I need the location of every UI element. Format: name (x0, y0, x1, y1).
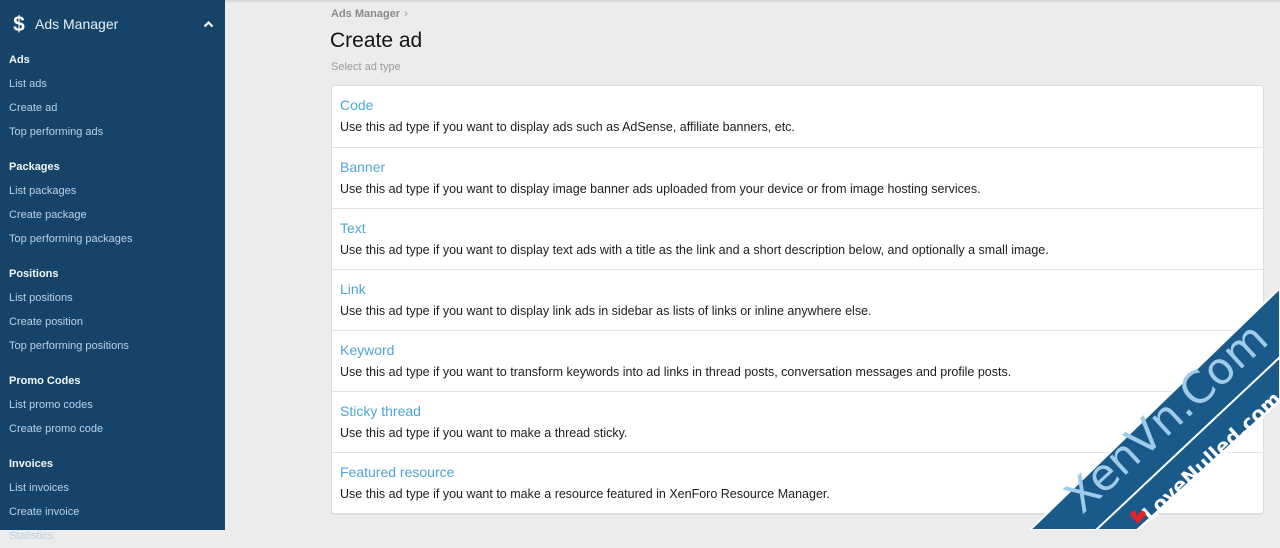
ad-type-name[interactable]: Text (340, 219, 1255, 237)
sidebar-item-create-package[interactable]: Create package (0, 203, 225, 227)
sidebar-group-packages: Packages List packages Create package To… (0, 155, 225, 251)
ad-type-description: Use this ad type if you want to display … (340, 304, 872, 318)
ad-type-description: Use this ad type if you want to display … (340, 182, 981, 196)
ad-type-code[interactable]: Code Use this ad type if you want to dis… (332, 86, 1263, 147)
sidebar-section-title: Packages (9, 161, 60, 173)
sidebar-item-list-ads[interactable]: List ads (0, 72, 225, 96)
sidebar-item-create-position[interactable]: Create position (0, 310, 225, 334)
sidebar-item-list-promo-codes[interactable]: List promo codes (0, 393, 225, 417)
ad-type-keyword[interactable]: Keyword Use this ad type if you want to … (332, 330, 1263, 391)
ad-type-featured-resource[interactable]: Featured resource Use this ad type if yo… (332, 452, 1263, 513)
sidebar-item-top-performing-positions[interactable]: Top performing positions (0, 334, 225, 358)
sidebar-item-top-performing-ads[interactable]: Top performing ads (0, 120, 225, 144)
sidebar-header-ads-manager[interactable]: $ Ads Manager (0, 0, 225, 48)
ad-type-description: Use this ad type if you want to make a t… (340, 426, 628, 440)
ad-type-link[interactable]: Link Use this ad type if you want to dis… (332, 269, 1263, 330)
sidebar-header-title: Ads Manager (35, 16, 119, 32)
sidebar-item-list-packages[interactable]: List packages (0, 179, 225, 203)
breadcrumb-link[interactable]: Ads Manager (331, 8, 400, 20)
ad-type-text[interactable]: Text Use this ad type if you want to dis… (332, 208, 1263, 269)
breadcrumb-separator-icon: › (404, 8, 408, 20)
sidebar-group-positions: Positions List positions Create position… (0, 262, 225, 358)
sidebar-item-list-invoices[interactable]: List invoices (0, 476, 225, 500)
ad-type-description: Use this ad type if you want to make a r… (340, 487, 830, 501)
sidebar-item-create-promo-code[interactable]: Create promo code (0, 417, 225, 441)
ad-type-banner[interactable]: Banner Use this ad type if you want to d… (332, 147, 1263, 208)
ad-type-name[interactable]: Link (340, 280, 1255, 298)
sidebar-section-title: Promo Codes (9, 375, 81, 387)
sidebar-group-invoices: Invoices List invoices Create invoice St… (0, 452, 225, 548)
ad-type-description: Use this ad type if you want to display … (340, 120, 795, 134)
ad-type-name[interactable]: Featured resource (340, 463, 1255, 481)
ad-type-name[interactable]: Code (340, 96, 1255, 114)
sidebar-section-title: Invoices (9, 458, 54, 470)
page-description: Select ad type (331, 61, 401, 73)
ad-type-name[interactable]: Keyword (340, 341, 1255, 359)
ad-type-list: Code Use this ad type if you want to dis… (331, 85, 1264, 514)
ad-type-name[interactable]: Sticky thread (340, 402, 1255, 420)
ad-type-description: Use this ad type if you want to display … (340, 243, 1049, 257)
sidebar: $ Ads Manager Ads List ads Create ad Top… (0, 0, 225, 542)
sidebar-item-create-invoice[interactable]: Create invoice (0, 500, 225, 524)
ad-type-sticky-thread[interactable]: Sticky thread Use this ad type if you wa… (332, 391, 1263, 452)
sidebar-item-create-ad[interactable]: Create ad (0, 96, 225, 120)
sidebar-item-statistics[interactable]: Statistics (0, 524, 225, 548)
sidebar-group-promo-codes: Promo Codes List promo codes Create prom… (0, 369, 225, 441)
chevron-up-icon[interactable] (201, 17, 215, 31)
ad-type-name[interactable]: Banner (340, 158, 1255, 176)
ad-type-description: Use this ad type if you want to transfor… (340, 365, 1012, 379)
dollar-icon: $ (13, 12, 25, 36)
sidebar-item-top-performing-packages[interactable]: Top performing packages (0, 227, 225, 251)
sidebar-section-title: Positions (9, 268, 59, 280)
page-title: Create ad (330, 29, 423, 52)
sidebar-section-title: Ads (9, 54, 30, 66)
sidebar-group-ads: Ads List ads Create ad Top performing ad… (0, 48, 225, 144)
sidebar-item-list-positions[interactable]: List positions (0, 286, 225, 310)
breadcrumb[interactable]: Ads Manager › (331, 8, 408, 20)
